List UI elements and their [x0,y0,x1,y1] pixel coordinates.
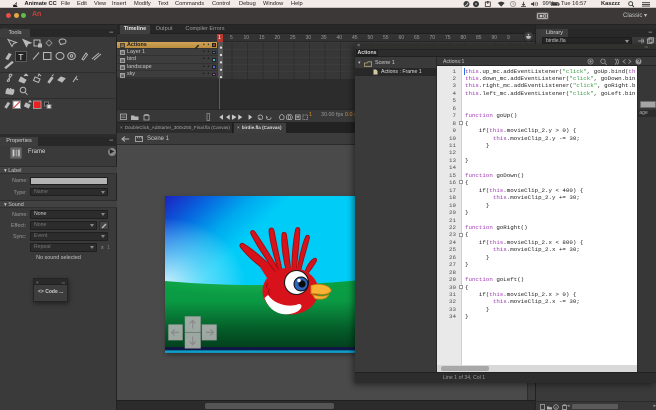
svg-text:T: T [18,51,23,61]
